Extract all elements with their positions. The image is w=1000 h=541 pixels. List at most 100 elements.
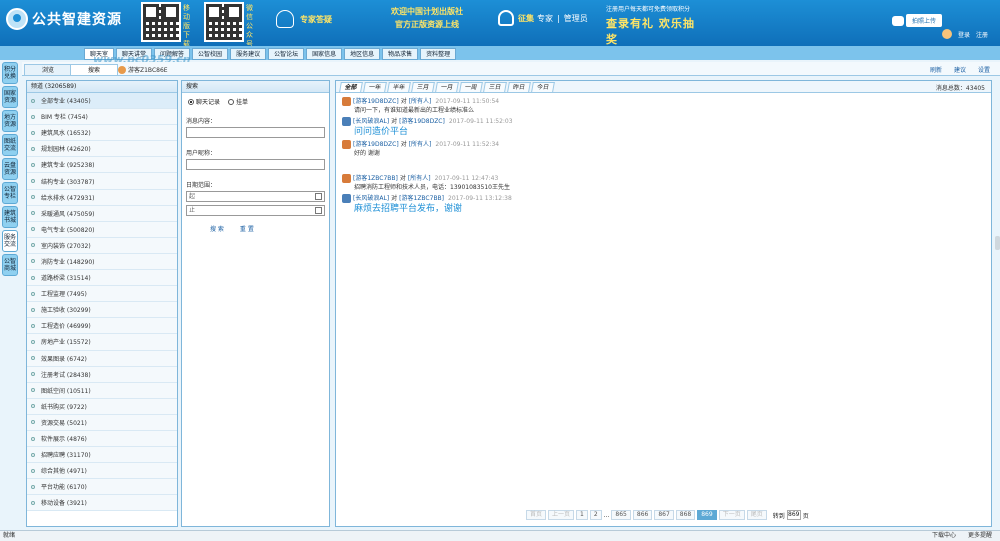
category-item[interactable]: 招聘应聘 (31170)	[27, 447, 177, 464]
category-item[interactable]: 结构专业 (303787)	[27, 173, 177, 190]
category-item[interactable]: 房地产业 (15572)	[27, 334, 177, 351]
time-filter-tab[interactable]: 三日	[483, 82, 507, 92]
nav-tab[interactable]: 资料整理	[420, 48, 457, 60]
tab-browse[interactable]: 浏览	[24, 64, 72, 76]
login-link[interactable]: 登录	[958, 30, 970, 39]
sender-avatar-icon[interactable]	[342, 194, 351, 203]
sender-name[interactable]: [游客19D8DZC]	[353, 140, 399, 149]
side-tab[interactable]: 国家资源	[2, 86, 18, 108]
service-admin-link[interactable]: 管理员	[564, 13, 588, 24]
logo[interactable]: 公共智建资源	[6, 8, 122, 30]
radio-orders[interactable]: 挂单	[228, 97, 248, 106]
pager-current-page[interactable]: 869	[697, 510, 717, 520]
category-item[interactable]: 平台功能 (6170)	[27, 479, 177, 496]
sender-name[interactable]: [长风破浪AL]	[353, 117, 389, 126]
category-item[interactable]: 给水排水 (472931)	[27, 189, 177, 206]
settings-link[interactable]: 设置	[978, 65, 990, 74]
category-item[interactable]: 电气专业 (500820)	[27, 221, 177, 238]
sender-name[interactable]: [游客1ZBC7BB]	[353, 174, 398, 183]
register-link[interactable]: 注册	[976, 30, 988, 39]
tab-search[interactable]: 搜索	[70, 64, 118, 76]
sender-avatar-icon[interactable]	[342, 97, 351, 106]
photo-upload-button[interactable]: 拍照上传	[892, 14, 943, 27]
pager-page[interactable]: 1	[576, 510, 588, 520]
side-tab[interactable]: 云盘资源	[2, 158, 18, 180]
refresh-link[interactable]: 刷新	[930, 65, 942, 74]
category-item[interactable]: 消防专业 (148290)	[27, 253, 177, 271]
pager-page[interactable]: 865	[611, 510, 631, 520]
category-item[interactable]: 施工验收 (30299)	[27, 302, 177, 319]
nav-tab[interactable]: 服务建议	[230, 48, 267, 60]
suggest-link[interactable]: 建议	[954, 65, 966, 74]
pager-page[interactable]: 868	[675, 510, 696, 520]
category-item[interactable]: 道路桥梁 (31514)	[27, 270, 177, 287]
category-item[interactable]: 移动设备 (3921)	[27, 495, 177, 512]
search-button[interactable]: 搜 索	[210, 224, 224, 233]
category-item[interactable]: 综合其他 (4971)	[27, 463, 177, 480]
time-filter-tab[interactable]: 昨日	[507, 82, 532, 92]
side-tab[interactable]: 积分兑换	[2, 62, 18, 84]
nav-tab[interactable]: 物品求售	[382, 48, 419, 60]
side-tab[interactable]: 服务交流	[2, 230, 18, 252]
category-item[interactable]: 软件展示 (4876)	[27, 430, 177, 448]
recipient-name[interactable]: [所有人]	[408, 174, 431, 183]
time-filter-tab[interactable]: 一年	[363, 82, 387, 92]
category-item[interactable]: 图纸空间 (10511)	[27, 382, 177, 399]
service-expert-link[interactable]: 专家	[537, 13, 553, 24]
side-tab[interactable]: 公智专栏	[2, 182, 18, 204]
pager-next[interactable]: 下一页	[718, 510, 745, 520]
category-item[interactable]: BIM 专栏 (7454)	[27, 109, 177, 126]
side-collapse-handle[interactable]	[995, 236, 1000, 250]
calendar-icon[interactable]	[315, 207, 322, 214]
category-item[interactable]: 室内装饰 (27032)	[27, 237, 177, 254]
category-item[interactable]: 效果图录 (6742)	[27, 350, 177, 367]
category-item[interactable]: 资源交易 (5021)	[27, 414, 177, 431]
sender-avatar-icon[interactable]	[342, 174, 351, 183]
recipient-name[interactable]: [所有人]	[409, 140, 432, 149]
reset-button[interactable]: 重 置	[240, 224, 254, 233]
content-input[interactable]	[186, 127, 325, 138]
category-item[interactable]: 规划园林 (42620)	[27, 141, 177, 158]
nav-tab[interactable]: 公智论坛	[268, 48, 305, 60]
category-item[interactable]: 纸书购买 (9722)	[27, 398, 177, 415]
side-tab[interactable]: 建筑书城	[2, 206, 18, 228]
pager-goto-input[interactable]: 869	[786, 510, 801, 520]
nav-tab[interactable]: 国家信息	[306, 48, 343, 60]
time-filter-tab[interactable]: 全部	[339, 82, 363, 92]
date-to-input[interactable]: 止	[186, 205, 325, 216]
recipient-name[interactable]: [游客1ZBC7BB]	[399, 194, 444, 203]
welcome-banner[interactable]: 欢迎中国计划出版社 官方正版资源上线	[372, 5, 482, 31]
nav-tab[interactable]: 地区信息	[344, 48, 381, 60]
sender-avatar-icon[interactable]	[342, 117, 351, 126]
side-tab[interactable]: 公智商城	[2, 254, 18, 276]
download-center-link[interactable]: 下载中心	[932, 531, 956, 541]
promo-banner[interactable]: 注册用户每天都可免费领取积分 查录有礼 欢乐抽奖	[606, 4, 706, 47]
nav-tab[interactable]: 公智校园	[192, 48, 229, 60]
category-item[interactable]: 全部专业 (43405)	[27, 93, 177, 110]
more-reminders-link[interactable]: 更多提醒	[968, 531, 992, 541]
category-item[interactable]: 注册考试 (28438)	[27, 366, 177, 383]
nickname-input[interactable]	[186, 159, 325, 170]
time-filter-tab[interactable]: 三月	[411, 82, 435, 92]
category-item[interactable]: 建筑风水 (16532)	[27, 125, 177, 142]
sender-name[interactable]: [游客19D8DZC]	[353, 97, 399, 106]
sender-avatar-icon[interactable]	[342, 140, 351, 149]
category-item[interactable]: 工程造价 (46999)	[27, 318, 177, 335]
date-from-input[interactable]: 起	[186, 191, 325, 202]
calendar-icon[interactable]	[315, 193, 322, 200]
pager-page[interactable]: 866	[632, 510, 653, 520]
recipient-name[interactable]: [游客19D8DZC]	[399, 117, 445, 126]
time-filter-tab[interactable]: 半年	[387, 82, 411, 92]
pager-page[interactable]: 867	[654, 510, 674, 520]
time-filter-tab[interactable]: 一月	[435, 82, 459, 92]
time-filter-tab[interactable]: 一周	[459, 82, 483, 92]
time-filter-tab[interactable]: 今日	[531, 82, 556, 92]
category-item[interactable]: 建筑专业 (925238)	[27, 157, 177, 174]
category-item[interactable]: 工程监理 (7495)	[27, 286, 177, 303]
recipient-name[interactable]: [所有人]	[409, 97, 432, 106]
radio-chat-records[interactable]: 聊天记录	[188, 97, 220, 106]
pager-page[interactable]: 2	[589, 510, 602, 520]
side-tab[interactable]: 图纸交流	[2, 134, 18, 156]
pager-last[interactable]: 尾页	[746, 510, 767, 520]
side-tab[interactable]: 地方资源	[2, 110, 18, 132]
